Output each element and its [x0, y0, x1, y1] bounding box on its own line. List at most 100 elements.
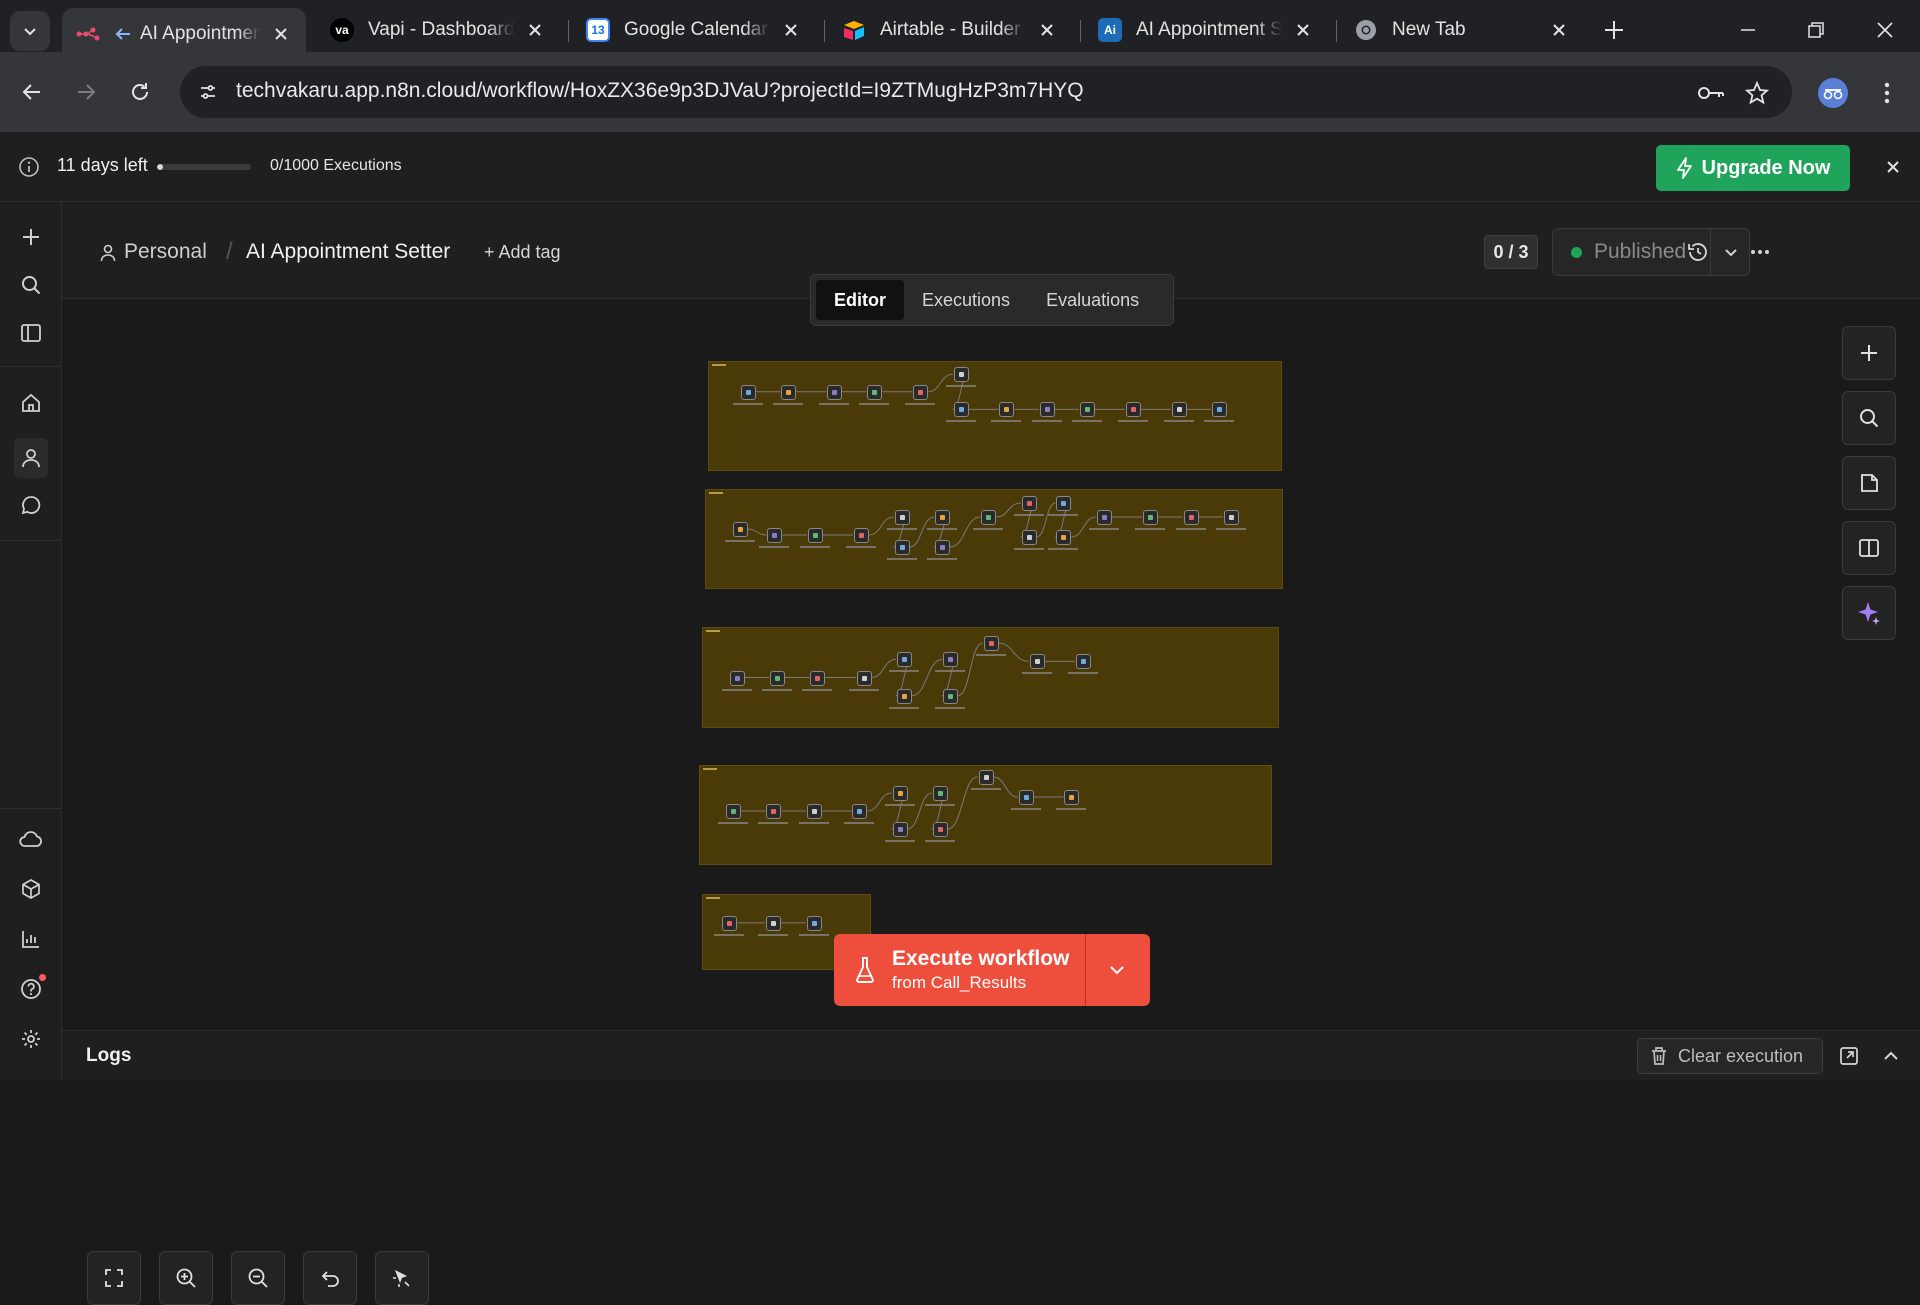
workflow-node[interactable]	[932, 822, 948, 837]
address-bar[interactable]: techvakaru.app.n8n.cloud/workflow/HoxZX3…	[180, 66, 1792, 118]
browser-tab-new-tab[interactable]: New Tab	[1340, 8, 1584, 52]
pop-out-logs-button[interactable]	[1836, 1043, 1862, 1069]
workflow-node[interactable]	[1064, 790, 1080, 805]
workflow-node[interactable]	[856, 670, 872, 686]
browser-menu-button[interactable]	[1872, 76, 1902, 110]
add-node-button[interactable]	[1842, 326, 1896, 380]
sidebar-item-insights[interactable]	[16, 924, 46, 954]
close-icon[interactable]	[270, 23, 292, 45]
clear-execution-button[interactable]: Clear execution	[1637, 1038, 1823, 1074]
close-icon[interactable]	[524, 19, 546, 41]
workflow-node[interactable]	[770, 670, 785, 686]
zoom-out-button[interactable]	[231, 1251, 285, 1305]
workflow-node[interactable]	[894, 540, 910, 555]
workflow-node[interactable]	[1056, 530, 1072, 545]
workflow-node[interactable]	[978, 770, 994, 785]
tab-search-button[interactable]	[10, 11, 50, 51]
workflow-node[interactable]	[827, 384, 843, 400]
workflow-node[interactable]	[741, 384, 757, 400]
workflow-node[interactable]	[732, 522, 748, 537]
workflow-node[interactable]	[1056, 496, 1072, 511]
workflow-node[interactable]	[726, 804, 742, 819]
workflow-node[interactable]	[806, 915, 822, 931]
workflow-title[interactable]: AI Appointment Setter	[246, 240, 450, 264]
sidebar-item-settings[interactable]	[16, 1024, 46, 1054]
workflow-node[interactable]	[983, 636, 999, 652]
upgrade-now-button[interactable]: Upgrade Now	[1656, 145, 1850, 191]
ai-assistant-button[interactable]	[1842, 586, 1896, 640]
sidebar-toggle-button[interactable]	[16, 318, 46, 348]
sidebar-item-overview[interactable]	[16, 388, 46, 418]
workflow-node[interactable]	[981, 510, 997, 525]
restore-button[interactable]	[1798, 12, 1834, 48]
workflow-node[interactable]	[867, 384, 883, 400]
back-button[interactable]	[14, 74, 50, 110]
workflow-node[interactable]	[1211, 402, 1227, 418]
workflow-node[interactable]	[896, 688, 912, 704]
reload-button[interactable]	[122, 74, 158, 110]
sidebar-create-button[interactable]	[16, 222, 46, 252]
workflow-node[interactable]	[913, 384, 929, 400]
close-icon[interactable]	[1548, 19, 1570, 41]
close-icon[interactable]	[1882, 156, 1904, 178]
password-key-button[interactable]	[1696, 78, 1726, 108]
workflow-node[interactable]	[1039, 402, 1055, 418]
publish-dropdown-button[interactable]	[1711, 229, 1751, 275]
add-tag-button[interactable]: + Add tag	[484, 242, 561, 263]
workflow-node[interactable]	[766, 804, 782, 819]
workflow-node[interactable]	[806, 804, 822, 819]
browser-tab-airtable[interactable]: Airtable - Builder H	[828, 8, 1072, 52]
workflow-canvas[interactable]: Execute workflow from Call_Results	[62, 299, 1920, 1305]
browser-tab-vapi[interactable]: va Vapi - Dashboard	[316, 8, 560, 52]
sidebar-item-cloud[interactable]	[16, 824, 46, 854]
workflow-node[interactable]	[892, 786, 908, 801]
profile-avatar[interactable]	[1818, 78, 1848, 108]
sidebar-search-button[interactable]	[16, 270, 46, 300]
workflow-node[interactable]	[999, 402, 1015, 418]
tidy-up-button[interactable]	[375, 1251, 429, 1305]
sidebar-item-personal[interactable]	[14, 438, 48, 478]
execute-workflow-main[interactable]: Execute workflow from Call_Results	[834, 934, 1086, 1006]
workflow-node[interactable]	[892, 822, 908, 837]
logs-title[interactable]: Logs	[86, 1045, 131, 1067]
toggle-panel-button[interactable]	[1842, 521, 1896, 575]
workflow-node[interactable]	[943, 688, 959, 704]
workflow-node[interactable]	[722, 915, 738, 931]
window-close-button[interactable]	[1867, 12, 1903, 48]
browser-tab-google-calendar[interactable]: 13 Google Calendar -	[572, 8, 816, 52]
site-info-button[interactable]	[192, 76, 224, 108]
workflow-node[interactable]	[894, 510, 910, 525]
workflow-node[interactable]	[1143, 510, 1159, 525]
workflow-node[interactable]	[767, 528, 783, 543]
close-icon[interactable]	[1036, 19, 1058, 41]
workflow-node[interactable]	[1018, 790, 1034, 805]
workflow-node[interactable]	[896, 652, 912, 668]
workflow-node[interactable]	[729, 670, 745, 686]
sidebar-item-chat[interactable]	[16, 490, 46, 520]
version-history-button[interactable]	[1684, 238, 1712, 266]
minimize-button[interactable]	[1730, 12, 1766, 48]
workflow-node[interactable]	[1183, 510, 1199, 525]
workflow-node[interactable]	[932, 786, 948, 801]
workflow-node[interactable]	[1021, 530, 1037, 545]
undo-button[interactable]	[303, 1251, 357, 1305]
workflow-node[interactable]	[1079, 402, 1095, 418]
sidebar-item-templates[interactable]	[16, 874, 46, 904]
workflow-node[interactable]	[852, 804, 868, 819]
sidebar-item-help[interactable]	[16, 974, 46, 1004]
workflow-node[interactable]	[934, 510, 950, 525]
workflow-node[interactable]	[1021, 496, 1037, 511]
fit-view-button[interactable]	[87, 1251, 141, 1305]
expand-logs-button[interactable]	[1878, 1043, 1904, 1069]
workflow-node[interactable]	[1125, 402, 1141, 418]
search-nodes-button[interactable]	[1842, 391, 1896, 445]
workflow-node[interactable]	[953, 367, 969, 383]
breadcrumb-project[interactable]: Personal	[124, 240, 207, 264]
workflow-node[interactable]	[1171, 402, 1187, 418]
workflow-node[interactable]	[1096, 510, 1112, 525]
forward-button[interactable]	[68, 74, 104, 110]
url-text[interactable]: techvakaru.app.n8n.cloud/workflow/HoxZX3…	[236, 79, 1084, 103]
workflow-more-button[interactable]	[1746, 238, 1774, 266]
workflow-node[interactable]	[1029, 654, 1045, 670]
execute-dropdown-button[interactable]	[1086, 934, 1148, 1006]
